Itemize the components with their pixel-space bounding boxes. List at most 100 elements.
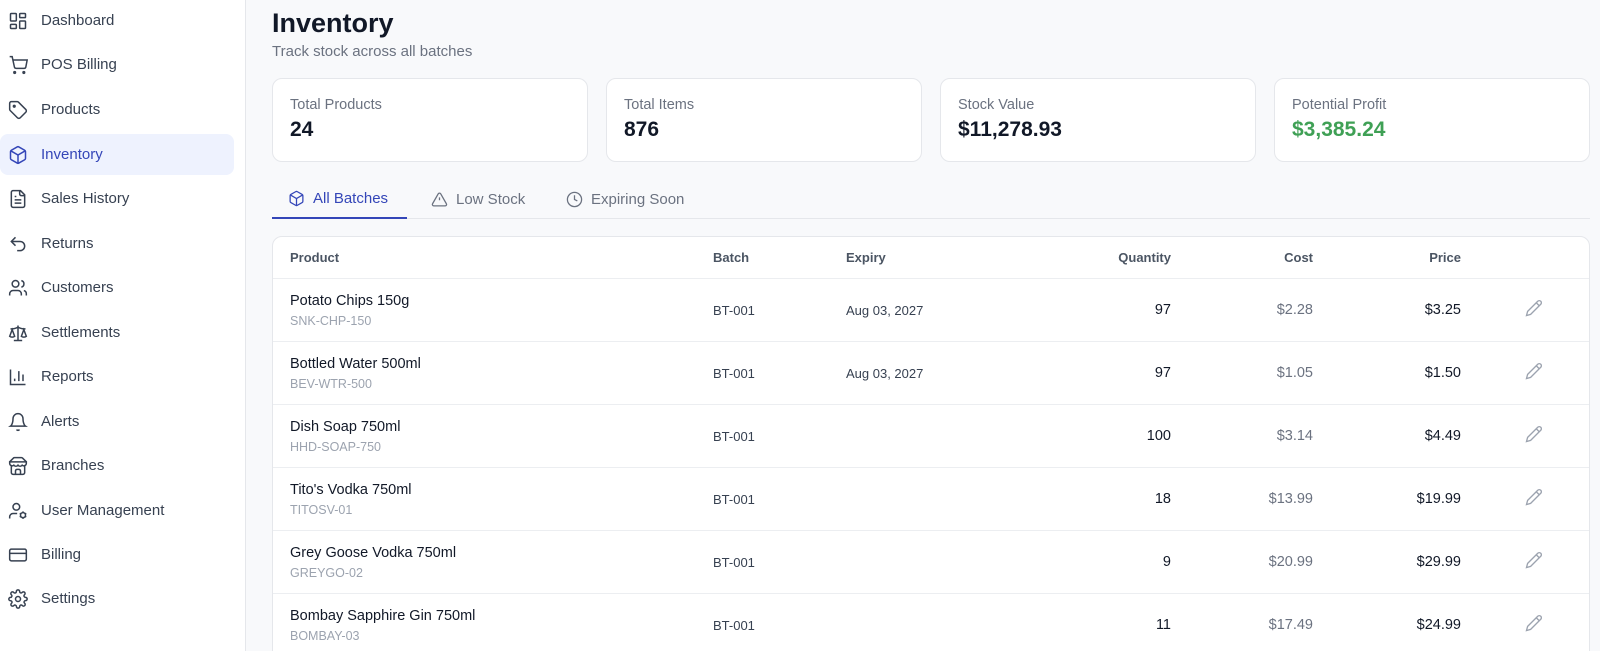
table-row[interactable]: Bombay Sapphire Gin 750ml BOMBAY-03 BT-0… xyxy=(273,594,1589,651)
product-name: Tito's Vodka 750ml xyxy=(290,482,412,498)
price: $3.25 xyxy=(1424,302,1461,318)
cart-icon xyxy=(8,55,28,75)
column-header-batch[interactable]: Batch xyxy=(713,250,749,265)
stat-label: Total Products xyxy=(290,97,382,113)
edit-pencil-icon[interactable] xyxy=(1525,362,1545,382)
sidebar-item-label: POS Billing xyxy=(41,56,117,73)
table-row[interactable]: Tito's Vodka 750ml TITOSV-01 BT-001 18 $… xyxy=(273,468,1589,531)
column-header-quantity[interactable]: Quantity xyxy=(1013,250,1171,265)
expiry-date: Aug 03, 2027 xyxy=(846,303,924,318)
sidebar-item-settlements[interactable]: Settlements xyxy=(0,312,234,353)
batch-code: BT-001 xyxy=(713,555,755,570)
warning-icon xyxy=(431,191,448,208)
sidebar-item-pos-billing[interactable]: POS Billing xyxy=(0,44,234,85)
cost: $20.99 xyxy=(1268,554,1313,570)
quantity: 100 xyxy=(1146,428,1171,444)
tab-label: Expiring Soon xyxy=(591,191,685,208)
stat-card-total-items: Total Items 876 xyxy=(606,78,922,162)
sidebar-item-billing[interactable]: Billing xyxy=(0,534,234,575)
stat-card-stock-value: Stock Value $11,278.93 xyxy=(940,78,1256,162)
tab-label: Low Stock xyxy=(456,191,526,208)
sidebar-item-alerts[interactable]: Alerts xyxy=(0,401,234,442)
sidebar-item-user-management[interactable]: User Management xyxy=(0,490,234,531)
expiry-date: Aug 03, 2027 xyxy=(846,366,924,381)
sidebar-item-label: Settlements xyxy=(41,324,121,341)
column-header-cost[interactable]: Cost xyxy=(1173,250,1313,265)
bell-icon xyxy=(8,412,28,432)
inventory-table: Product Batch Expiry Quantity Cost Price… xyxy=(272,236,1590,651)
quantity: 9 xyxy=(1162,554,1171,570)
column-header-price[interactable]: Price xyxy=(1323,250,1461,265)
batch-code: BT-001 xyxy=(713,618,755,633)
tab-low-stock[interactable]: Low Stock xyxy=(415,180,541,219)
sidebar-item-label: Dashboard xyxy=(41,12,115,29)
price: $1.50 xyxy=(1424,365,1461,381)
credit-card-icon xyxy=(8,545,28,565)
product-name: Bombay Sapphire Gin 750ml xyxy=(290,608,476,624)
table-row[interactable]: Potato Chips 150g SNK-CHP-150 BT-001 Aug… xyxy=(273,279,1589,342)
box-icon xyxy=(288,190,305,207)
store-icon xyxy=(8,456,28,476)
stat-value: 24 xyxy=(290,118,314,141)
sidebar-item-label: Returns xyxy=(41,235,94,252)
inventory-tabs: All Batches Low Stock Expiring Soon xyxy=(272,180,1590,219)
table-row[interactable]: Grey Goose Vodka 750ml GREYGO-02 BT-001 … xyxy=(273,531,1589,594)
batch-code: BT-001 xyxy=(713,492,755,507)
product-sku: TITOSV-01 xyxy=(290,503,353,517)
sidebar-item-label: Alerts xyxy=(41,413,80,430)
stat-value: 876 xyxy=(624,118,660,141)
product-name: Grey Goose Vodka 750ml xyxy=(290,545,457,561)
edit-pencil-icon[interactable] xyxy=(1525,425,1545,445)
sidebar-item-reports[interactable]: Reports xyxy=(0,356,234,397)
tag-icon xyxy=(8,100,28,120)
bar-chart-icon xyxy=(8,367,28,387)
cost: $13.99 xyxy=(1268,491,1313,507)
table-row[interactable]: Bottled Water 500ml BEV-WTR-500 BT-001 A… xyxy=(273,342,1589,405)
tab-expiring-soon[interactable]: Expiring Soon xyxy=(550,180,700,219)
product-sku: HHD-SOAP-750 xyxy=(290,440,381,454)
sidebar-item-branches[interactable]: Branches xyxy=(0,445,234,486)
column-header-product[interactable]: Product xyxy=(290,250,339,265)
sidebar-item-label: Inventory xyxy=(41,146,103,163)
dashboard-icon xyxy=(8,11,28,31)
tab-label: All Batches xyxy=(313,190,389,207)
cost: $3.14 xyxy=(1276,428,1313,444)
product-sku: GREYGO-02 xyxy=(290,566,363,580)
sidebar-item-dashboard[interactable]: Dashboard xyxy=(0,0,234,41)
column-header-expiry[interactable]: Expiry xyxy=(846,250,886,265)
sidebar-item-settings[interactable]: Settings xyxy=(0,578,234,619)
table-header: Product Batch Expiry Quantity Cost Price xyxy=(273,237,1589,279)
stat-value: $3,385.24 xyxy=(1292,118,1386,141)
sidebar-item-products[interactable]: Products xyxy=(0,89,234,130)
table-row[interactable]: Dish Soap 750ml HHD-SOAP-750 BT-001 100 … xyxy=(273,405,1589,468)
product-sku: BOMBAY-03 xyxy=(290,629,360,643)
sidebar: Dashboard POS Billing Products Inventory… xyxy=(0,0,246,651)
sidebar-item-customers[interactable]: Customers xyxy=(0,267,234,308)
quantity: 97 xyxy=(1154,302,1171,318)
stat-label: Stock Value xyxy=(958,97,1035,113)
sidebar-item-sales-history[interactable]: Sales History xyxy=(0,178,234,219)
batch-code: BT-001 xyxy=(713,303,755,318)
document-icon xyxy=(8,189,28,209)
price: $29.99 xyxy=(1416,554,1461,570)
edit-pencil-icon[interactable] xyxy=(1525,614,1545,634)
scale-icon xyxy=(8,323,28,343)
sidebar-item-returns[interactable]: Returns xyxy=(0,223,234,264)
cost: $1.05 xyxy=(1276,365,1313,381)
cost: $2.28 xyxy=(1276,302,1313,318)
sidebar-item-label: User Management xyxy=(41,502,165,519)
stat-value: $11,278.93 xyxy=(958,118,1062,141)
sidebar-item-label: Products xyxy=(41,101,101,118)
edit-pencil-icon[interactable] xyxy=(1525,551,1545,571)
edit-pencil-icon[interactable] xyxy=(1525,488,1545,508)
tab-all-batches[interactable]: All Batches xyxy=(272,180,407,219)
batch-code: BT-001 xyxy=(713,366,755,381)
stat-card-total-products: Total Products 24 xyxy=(272,78,588,162)
quantity: 97 xyxy=(1154,365,1171,381)
stat-card-potential-profit: Potential Profit $3,385.24 xyxy=(1274,78,1590,162)
price: $19.99 xyxy=(1416,491,1461,507)
sidebar-item-inventory[interactable]: Inventory xyxy=(0,134,234,175)
product-name: Bottled Water 500ml xyxy=(290,356,421,372)
edit-pencil-icon[interactable] xyxy=(1525,299,1545,319)
user-cog-icon xyxy=(8,501,28,521)
